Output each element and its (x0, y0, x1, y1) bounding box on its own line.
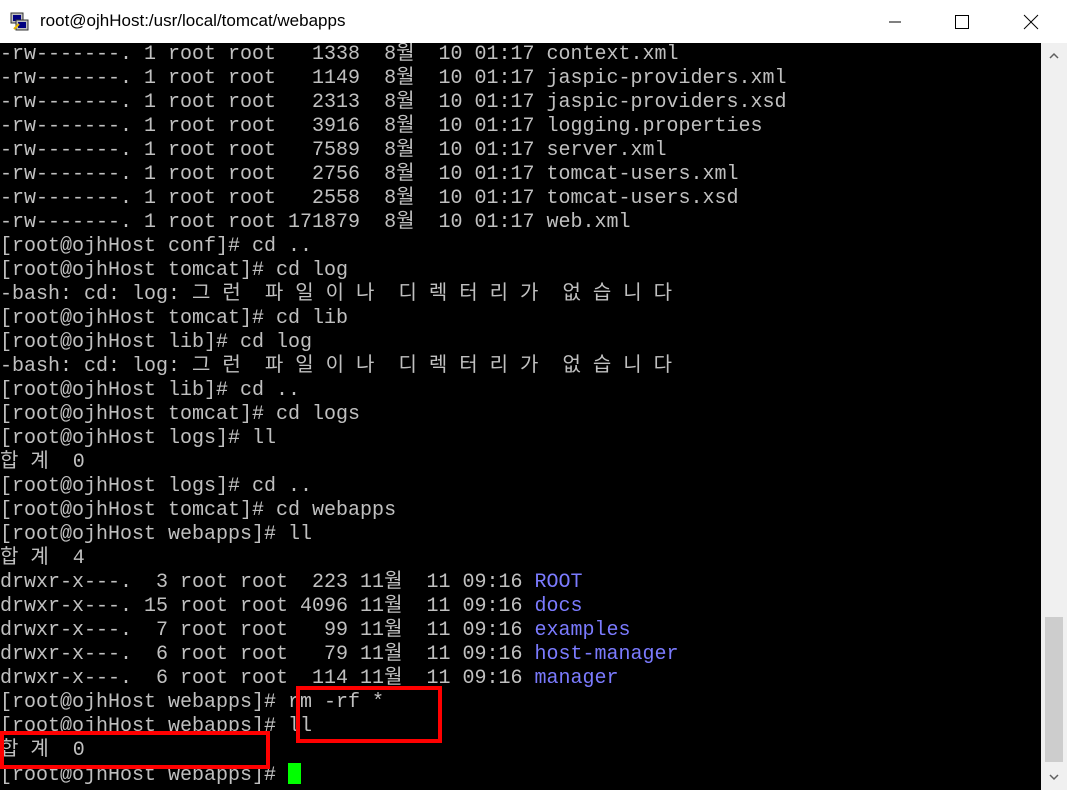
terminal-line: drwxr-x---. 15 root root 4096 11월 11 09:… (0, 595, 583, 619)
terminal-line-text: -rw-------. 1 root root 2756 8월 10 01:17… (0, 163, 739, 186)
terminal-line-text: -rw-------. 1 root root 2313 8월 10 01:17… (0, 91, 787, 114)
maximize-button[interactable] (939, 0, 985, 43)
terminal-line: -rw-------. 1 root root 3916 8월 10 01:17… (0, 115, 763, 139)
terminal-line: [root@ojhHost webapps]# ll (0, 523, 312, 547)
terminal-line-text: [root@ojhHost conf]# cd .. (0, 235, 313, 258)
terminal-line-text: -rw-------. 1 root root 1149 8월 10 01:17… (0, 67, 787, 90)
scroll-thumb[interactable] (1045, 617, 1063, 762)
terminal-line-text: -rw-------. 1 root root 7589 8월 10 01:17… (0, 139, 667, 162)
terminal-line: [root@ojhHost tomcat]# cd log (0, 259, 348, 283)
terminal-line-text: -bash: cd: log: 그 런 파 일 이 나 디 렉 터 리 가 없 … (0, 355, 673, 378)
terminal-line-text: -rw-------. 1 root root 2558 8월 10 01:17… (0, 187, 739, 210)
terminal-line: [root@ojhHost conf]# cd .. (0, 235, 312, 259)
terminal-line: 합 계 0 (0, 451, 85, 475)
terminal-line-text: 합 계 0 (0, 451, 85, 474)
terminal-line: [root@ojhHost tomcat]# cd webapps (0, 499, 396, 523)
terminal-output[interactable]: -rw-------. 1 root root 1338 8월 10 01:17… (0, 43, 1041, 790)
terminal-line: [root@ojhHost tomcat]# cd logs (0, 403, 360, 427)
terminal-line-text: [root@ojhHost tomcat]# cd webapps (0, 499, 397, 522)
title-bar[interactable]: root@ojhHost:/usr/local/tomcat/webapps (0, 0, 1067, 43)
window-title: root@ojhHost:/usr/local/tomcat/webapps (40, 11, 346, 30)
terminal-line: drwxr-x---. 6 root root 79 11월 11 09:16 … (0, 643, 679, 667)
terminal-line-text: drwxr-x---. 7 root root 99 11월 11 09:16 (0, 619, 535, 642)
terminal-line-text: -rw-------. 1 root root 3916 8월 10 01:17… (0, 115, 763, 138)
highlight-box-command (296, 686, 442, 743)
terminal-line-text: [root@ojhHost tomcat]# cd logs (0, 403, 361, 426)
minimize-button[interactable] (872, 0, 918, 43)
terminal-line: -rw-------. 1 root root 2313 8월 10 01:17… (0, 91, 787, 115)
chevron-up-icon (1049, 52, 1059, 59)
close-button[interactable] (1008, 0, 1054, 43)
terminal-line: -rw-------. 1 root root 1149 8월 10 01:17… (0, 67, 787, 91)
terminal-line-text: -rw-------. 1 root root 171879 8월 10 01:… (0, 211, 631, 234)
terminal-line-text: drwxr-x---. 3 root root 223 11월 11 09:16 (0, 571, 535, 594)
highlight-box-result (0, 731, 270, 769)
terminal-line: -bash: cd: log: 그 런 파 일 이 나 디 렉 터 리 가 없 … (0, 355, 672, 379)
terminal-line-text: [root@ojhHost webapps]# ll (0, 523, 313, 546)
terminal-line: -bash: cd: log: 그 런 파 일 이 나 디 렉 터 리 가 없 … (0, 283, 672, 307)
terminal-line: [root@ojhHost lib]# cd log (0, 331, 312, 355)
directory-name: host-manager (534, 643, 679, 666)
terminal-line-text: drwxr-x---. 6 root root 79 11월 11 09:16 (0, 643, 535, 666)
directory-name: examples (534, 619, 631, 642)
terminal-line-text: [root@ojhHost lib]# cd .. (0, 379, 301, 402)
terminal-line: -rw-------. 1 root root 7589 8월 10 01:17… (0, 139, 667, 163)
directory-name: manager (534, 667, 619, 690)
terminal-line: [root@ojhHost logs]# cd .. (0, 475, 312, 499)
scroll-down-button[interactable] (1041, 764, 1067, 790)
terminal-line-text: drwxr-x---. 6 root root 114 11월 11 09:16 (0, 667, 535, 690)
directory-name: ROOT (534, 571, 583, 594)
minimize-icon (889, 21, 901, 22)
close-icon (1023, 14, 1039, 29)
terminal-line: -rw-------. 1 root root 1338 8월 10 01:17… (0, 43, 679, 67)
putty-icon[interactable] (10, 12, 30, 32)
directory-name: docs (534, 595, 583, 618)
terminal-window: root@ojhHost:/usr/local/tomcat/webapps -… (0, 0, 1067, 790)
terminal-line-text: -bash: cd: log: 그 런 파 일 이 나 디 렉 터 리 가 없 … (0, 283, 673, 306)
terminal-line-text: [root@ojhHost logs]# ll (0, 427, 277, 450)
terminal-line: [root@ojhHost lib]# cd .. (0, 379, 300, 403)
terminal-line-text: drwxr-x---. 15 root root 4096 11월 11 09:… (0, 595, 535, 618)
vertical-scrollbar[interactable] (1041, 43, 1067, 790)
terminal-line: -rw-------. 1 root root 171879 8월 10 01:… (0, 211, 631, 235)
terminal-line-text: -rw-------. 1 root root 1338 8월 10 01:17… (0, 43, 679, 66)
scroll-up-button[interactable] (1041, 43, 1067, 69)
terminal-line: -rw-------. 1 root root 2558 8월 10 01:17… (0, 187, 739, 211)
terminal-line-text: [root@ojhHost tomcat]# cd lib (0, 307, 349, 330)
terminal-line: [root@ojhHost logs]# ll (0, 427, 276, 451)
terminal-line-text: [root@ojhHost logs]# cd .. (0, 475, 313, 498)
terminal-line-text: 합 계 4 (0, 547, 85, 570)
terminal-line: drwxr-x---. 7 root root 99 11월 11 09:16 … (0, 619, 631, 643)
terminal-line-text: [root@ojhHost lib]# cd log (0, 331, 313, 354)
terminal-line: 합 계 4 (0, 547, 85, 571)
terminal-line: [root@ojhHost tomcat]# cd lib (0, 307, 348, 331)
chevron-down-icon (1049, 774, 1059, 781)
terminal-line-text: [root@ojhHost tomcat]# cd log (0, 259, 349, 282)
maximize-icon (955, 14, 969, 29)
terminal-line: -rw-------. 1 root root 2756 8월 10 01:17… (0, 163, 739, 187)
terminal-line: drwxr-x---. 3 root root 223 11월 11 09:16… (0, 571, 583, 595)
text-cursor (288, 763, 302, 784)
